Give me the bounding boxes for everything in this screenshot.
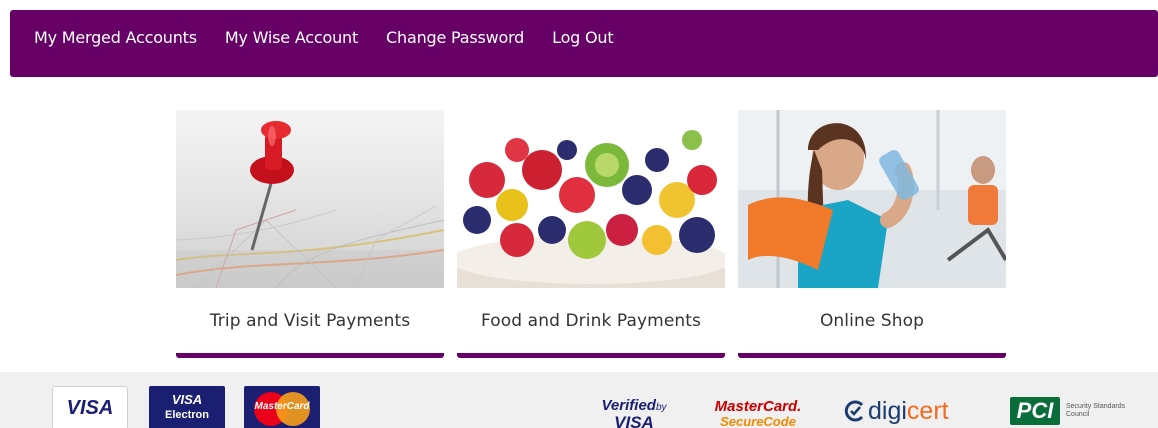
pci-subtitle: Security Standards Council (1066, 403, 1126, 418)
tile-food-and-drink-payments[interactable]: Food and Drink Payments (457, 110, 725, 358)
mcsc-securecode-text: SecureCode (720, 414, 796, 428)
tile-underline (176, 353, 444, 358)
payment-logos-footer: VISA VISA Electron MasterCard Verifiedby… (0, 372, 1158, 428)
mastercard-text: MasterCard (254, 401, 310, 412)
nav-my-wise-account[interactable]: My Wise Account (225, 28, 358, 47)
visa-electron-visa-text: VISA (171, 392, 203, 407)
verified-by-visa-logo: Verifiedby VISA (592, 398, 676, 428)
top-navigation: My Merged Accounts My Wise Account Chang… (10, 10, 1158, 77)
tile-label: Food and Drink Payments (481, 311, 701, 331)
nav-change-password[interactable]: Change Password (386, 28, 524, 47)
pci-logo: PCI Security Standards Council (1010, 397, 1136, 425)
tile-underline (457, 353, 725, 358)
visa-electron-logo: VISA Electron (149, 386, 225, 428)
map-pin-image (176, 110, 444, 288)
nav-log-out[interactable]: Log Out (552, 28, 613, 47)
tile-label: Trip and Visit Payments (209, 311, 411, 331)
digicert-logo: digi cert (842, 396, 949, 426)
mastercard-securecode-logo: MasterCard. SecureCode (710, 399, 806, 428)
tile-label: Online Shop (819, 311, 925, 331)
digicert-icon (844, 400, 864, 422)
tile-underline (738, 353, 1006, 358)
visa-logo: VISA (52, 386, 128, 428)
pci-mark: PCI (1010, 397, 1060, 425)
visa-electron-electron-text: Electron (164, 409, 209, 421)
gym-woman-image (738, 110, 1006, 288)
tile-trip-and-visit-payments[interactable]: Trip and Visit Payments (176, 110, 444, 358)
tile-online-shop[interactable]: Online Shop (738, 110, 1006, 358)
mastercard-logo: MasterCard (244, 386, 320, 428)
mcsc-mastercard-text: MasterCard. (714, 398, 802, 415)
vbv-verified-text: Verified (601, 397, 656, 414)
vbv-visa-text: VISA (614, 413, 654, 428)
digicert-cert-text: cert (906, 396, 949, 425)
digicert-digi-text: digi (868, 396, 907, 425)
vbv-by-text: by (655, 402, 667, 413)
nav-my-merged-accounts[interactable]: My Merged Accounts (34, 28, 197, 47)
fruit-bowl-image (457, 110, 725, 288)
